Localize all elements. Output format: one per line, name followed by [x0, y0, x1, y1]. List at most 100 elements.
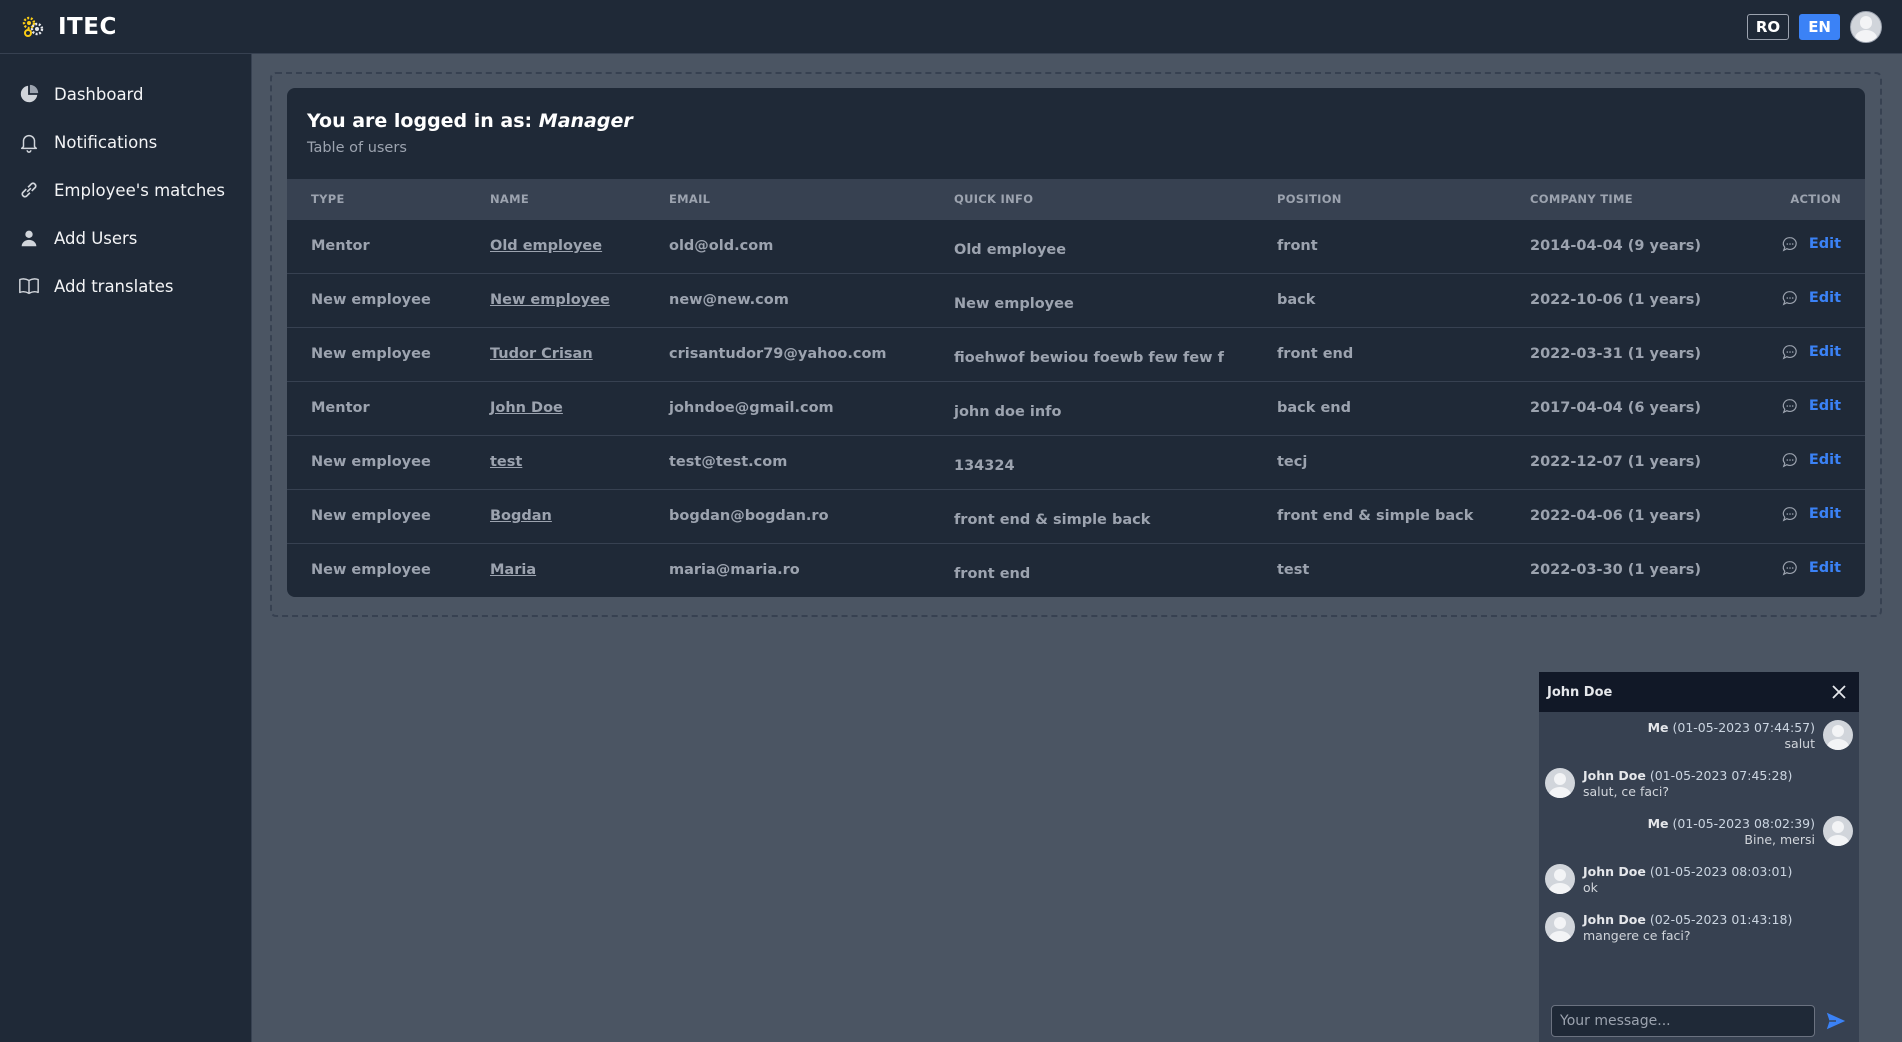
chat-message-input[interactable]: [1551, 1005, 1815, 1037]
message-sender: John Doe: [1583, 864, 1646, 879]
edit-button[interactable]: Edit: [1809, 398, 1841, 414]
chat-window: John Doe Me (01-05-2023 07:44:57) salut Jo…: [1539, 672, 1859, 1042]
column-header-action: ACTION: [1790, 191, 1841, 206]
table-row: Mentor John Doe johndoe@gmail.com john doe …: [287, 381, 1865, 435]
cell-quick-info: fioehwof bewiou foewb few few f: [954, 350, 1224, 366]
cell-quick-info: New employee: [954, 296, 1074, 312]
cell-company-time: 2022-03-31 (1 years): [1530, 346, 1702, 362]
logo[interactable]: ITEC: [20, 14, 117, 40]
cell-position: front end & simple back: [1277, 508, 1474, 524]
chat-bubble-icon[interactable]: [1781, 235, 1799, 253]
message-time: (01-05-2023 07:45:28): [1649, 768, 1793, 783]
chat-message: Me (01-05-2023 08:02:39) Bine, mersi: [1545, 816, 1853, 850]
chat-header: John Doe: [1539, 672, 1859, 712]
cell-quick-info: john doe info: [954, 404, 1062, 420]
chat-bubble-icon[interactable]: [1781, 505, 1799, 523]
sidebar-item-label: Notifications: [54, 132, 158, 152]
cell-position: back end: [1277, 400, 1351, 416]
cell-position: front end: [1277, 346, 1354, 362]
chat-messages[interactable]: Me (01-05-2023 07:44:57) salut John Doe (0…: [1539, 712, 1859, 946]
cell-position: test: [1277, 562, 1310, 579]
pie-chart-icon: [20, 84, 39, 103]
cell-company-time: 2022-12-07 (1 years): [1530, 454, 1702, 470]
cell-email: new@new.com: [669, 292, 789, 308]
column-header-type: TYPE: [311, 191, 345, 206]
avatar: [1545, 864, 1575, 894]
role-name: Manager: [538, 110, 633, 132]
chat-bubble-icon[interactable]: [1781, 451, 1799, 469]
card-header: You are logged in as: Manager Table of u…: [287, 88, 1865, 179]
message-time: (01-05-2023 08:02:39): [1672, 816, 1815, 831]
top-right-controls: RO EN: [1746, 10, 1882, 43]
gear-cluster-icon: [22, 16, 44, 37]
sidebar: Dashboard Notifications Employee's match…: [0, 54, 252, 1042]
sidebar-item-label: Add Users: [54, 228, 138, 248]
edit-button[interactable]: Edit: [1809, 290, 1841, 306]
message-sender: John Doe: [1583, 912, 1646, 927]
close-icon[interactable]: [1829, 682, 1849, 702]
chat-bubble-icon[interactable]: [1781, 289, 1799, 307]
avatar: [1823, 816, 1853, 846]
column-header-quick-info: QUICK INFO: [954, 191, 1034, 206]
sidebar-item-add-users[interactable]: Add Users: [0, 214, 251, 262]
user-name-link[interactable]: Bogdan: [490, 508, 552, 524]
column-header-position: POSITION: [1277, 191, 1342, 206]
chat-message: John Doe (01-05-2023 07:45:28) salut, ce …: [1545, 768, 1853, 802]
user-name-link[interactable]: Tudor Crisan: [490, 346, 593, 362]
user-name-link[interactable]: Maria: [490, 562, 536, 578]
edit-button[interactable]: Edit: [1809, 560, 1841, 576]
cell-company-time: 2022-10-06 (1 years): [1530, 292, 1702, 308]
sidebar-item-dashboard[interactable]: Dashboard: [0, 70, 251, 118]
chat-bubble-icon[interactable]: [1781, 343, 1799, 361]
sidebar-item-notifications[interactable]: Notifications: [0, 118, 251, 166]
lang-ro-button[interactable]: RO: [1746, 13, 1790, 40]
cell-email: bogdan@bogdan.ro: [669, 508, 829, 524]
user-avatar[interactable]: [1850, 10, 1882, 43]
chat-title: John Doe: [1547, 684, 1613, 700]
cell-company-time: 2022-04-06 (1 years): [1530, 508, 1702, 524]
sidebar-item-add-translates[interactable]: Add translates: [0, 262, 251, 310]
chat-bubble-icon[interactable]: [1781, 397, 1799, 415]
message-text: salut: [1784, 736, 1815, 751]
chat-message: John Doe (01-05-2023 08:03:01) ok: [1545, 864, 1853, 898]
cell-type: New employee: [311, 292, 431, 308]
bell-icon: [20, 134, 38, 153]
avatar: [1823, 720, 1853, 750]
message-text: salut, ce faci?: [1583, 784, 1669, 799]
edit-button[interactable]: Edit: [1809, 236, 1841, 252]
message-time: (02-05-2023 01:43:18): [1649, 912, 1793, 927]
table-row: New employee Bogdan bogdan@bogdan.ro front …: [287, 489, 1865, 543]
page-title: You are logged in as: Manager: [307, 110, 633, 132]
message-text: mangere ce faci?: [1583, 928, 1691, 943]
lang-en-button[interactable]: EN: [1799, 13, 1840, 40]
edit-button[interactable]: Edit: [1809, 506, 1841, 522]
cell-type: Mentor: [311, 400, 370, 416]
table-row: New employee Maria maria@maria.ro front end…: [287, 543, 1865, 597]
edit-button[interactable]: Edit: [1809, 452, 1841, 468]
cell-company-time: 2014-04-04 (9 years): [1530, 238, 1702, 254]
message-time: (01-05-2023 08:03:01): [1649, 864, 1793, 879]
chat-bubble-icon[interactable]: [1781, 559, 1799, 577]
edit-button[interactable]: Edit: [1809, 344, 1841, 360]
message-text: ok: [1583, 880, 1598, 895]
cell-email: crisantudor79@yahoo.com: [669, 346, 887, 362]
cell-company-time: 2022-03-30 (1 years): [1530, 562, 1702, 579]
user-icon: [21, 230, 37, 247]
user-name-link[interactable]: John Doe: [490, 400, 563, 416]
cell-quick-info: front end & simple back: [954, 512, 1151, 528]
cell-type: Mentor: [311, 238, 370, 254]
avatar: [1545, 912, 1575, 942]
cell-email: johndoe@gmail.com: [669, 400, 834, 416]
cell-position: front: [1277, 238, 1318, 254]
user-name-link[interactable]: New employee: [490, 292, 610, 308]
sidebar-item-label: Employee's matches: [54, 180, 226, 200]
cell-position: tecj: [1277, 454, 1308, 470]
table-row: New employee test test@test.com 134324 tecj 2…: [287, 435, 1865, 489]
avatar: [1545, 768, 1575, 798]
user-name-link[interactable]: Old employee: [490, 238, 602, 254]
user-name-link[interactable]: test: [490, 454, 522, 470]
message-sender: John Doe: [1583, 768, 1646, 783]
send-icon[interactable]: [1825, 1010, 1847, 1032]
sidebar-item-employees-matches[interactable]: Employee's matches: [0, 166, 251, 214]
cell-email: test@test.com: [669, 454, 788, 470]
